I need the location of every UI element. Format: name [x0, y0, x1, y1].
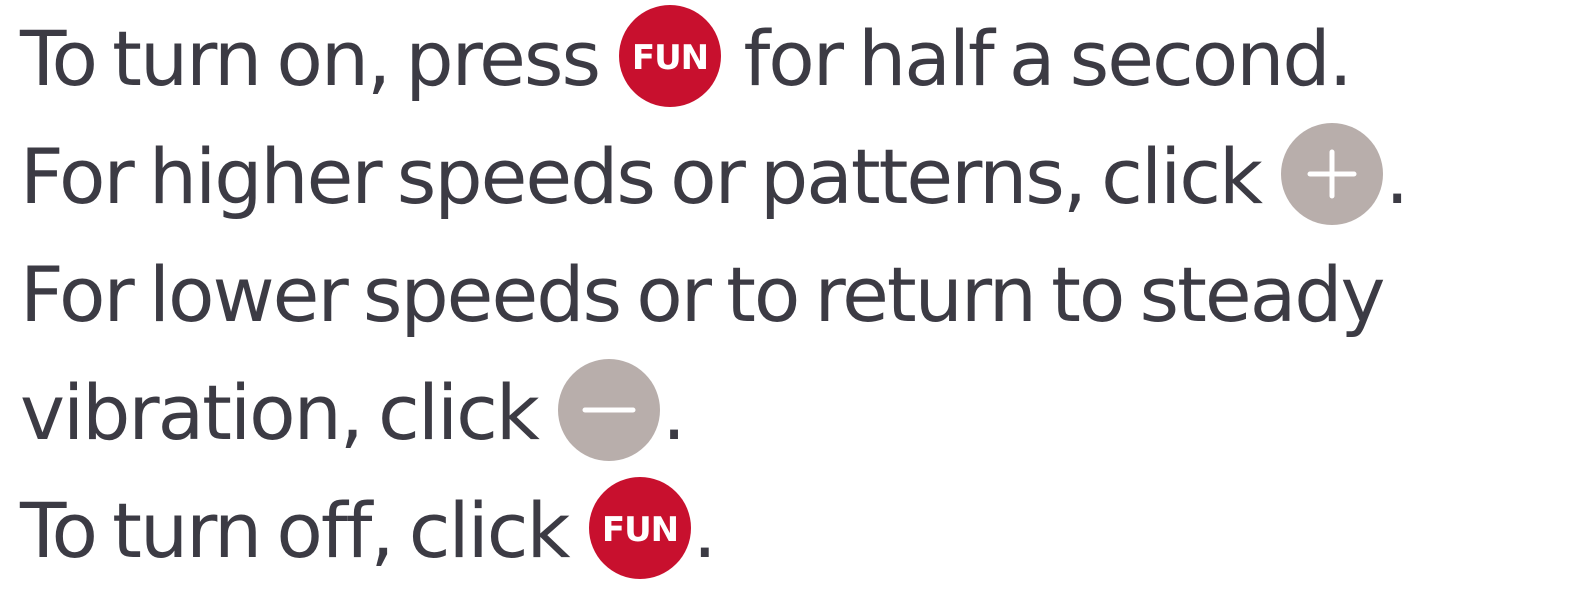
text-segment: To turn on, press — [20, 14, 601, 103]
fun-button-label: FUN — [602, 510, 678, 550]
plus-icon — [1281, 123, 1384, 225]
instruction-line-lower: For lower speeds or to return to steady — [20, 236, 1585, 354]
text-segment: For lower speeds or to return to steady — [20, 250, 1385, 339]
text-segment: . — [692, 486, 717, 575]
text-segment: . — [1385, 132, 1409, 221]
text-segment: For higher speeds or patterns, click — [20, 132, 1263, 221]
fun-button-icon: FUN — [588, 477, 691, 579]
fun-button-label: FUN — [632, 38, 708, 78]
instruction-line-turn-on: To turn on, press FUN for half a second. — [20, 0, 1585, 118]
text-segment: for half a second. — [743, 14, 1352, 103]
text-segment: To turn off, click — [20, 486, 571, 575]
instruction-text: To turn on, press FUN for half a second.… — [20, 0, 1585, 590]
text-segment: vibration, click — [20, 368, 540, 457]
text-segment: . — [662, 368, 686, 457]
minus-icon — [558, 359, 661, 461]
instruction-line-higher: For higher speeds or patterns, click . — [20, 118, 1585, 236]
instruction-line-turn-off: To turn off, click FUN . — [20, 472, 1585, 590]
instruction-line-vibration: vibration, click . — [20, 354, 1585, 472]
fun-button-icon: FUN — [619, 5, 722, 107]
